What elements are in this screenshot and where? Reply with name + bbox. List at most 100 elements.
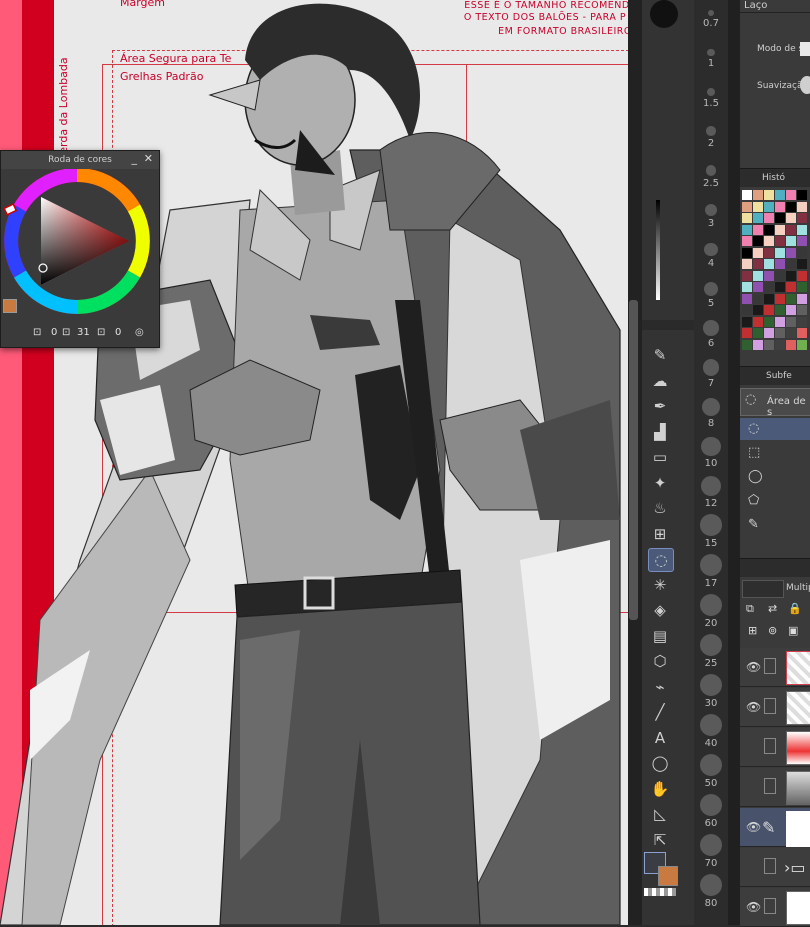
new-vector-layer-icon[interactable]: ⊚: [768, 624, 777, 637]
sub-color-swatch[interactable]: [658, 866, 678, 886]
line-icon[interactable]: ╱: [648, 701, 672, 723]
color-swatch[interactable]: [786, 339, 796, 350]
color-swatch[interactable]: [764, 213, 774, 223]
color-swatch[interactable]: [753, 328, 763, 338]
color-wheel-panel[interactable]: Roda de cores _ ✕ ⊡ 0 ⊡ 31 ⊡ 0 ◎: [0, 150, 160, 348]
brush-size-dot[interactable]: [700, 834, 722, 856]
color-swatch[interactable]: [753, 247, 763, 258]
lock-icon[interactable]: 🔒: [788, 602, 802, 615]
brush-size-dot[interactable]: [700, 714, 722, 736]
color-swatch[interactable]: [742, 259, 752, 269]
brush-size-dot[interactable]: [700, 634, 722, 656]
color-swatch[interactable]: [742, 224, 752, 235]
color-swatch[interactable]: [786, 305, 796, 315]
hue-ring[interactable]: [1, 169, 159, 319]
magic-wand-icon[interactable]: ✳: [648, 574, 672, 596]
subtool-ellipse[interactable]: ◯: [740, 466, 810, 488]
color-swatch[interactable]: [775, 316, 785, 327]
color-swatch[interactable]: [775, 339, 785, 350]
copy-icon[interactable]: ⧉: [746, 602, 754, 616]
color-swatch[interactable]: [742, 305, 752, 315]
color-swatch[interactable]: [786, 328, 796, 338]
color-swatch[interactable]: [753, 224, 763, 235]
subtool-brush[interactable]: ✎: [740, 514, 810, 536]
text-icon[interactable]: A: [648, 727, 672, 749]
close-icon[interactable]: ✕: [144, 152, 153, 165]
color-swatch[interactable]: [775, 224, 785, 235]
color-swatch[interactable]: [786, 247, 796, 258]
color-swatch[interactable]: [764, 293, 774, 304]
balloon-icon[interactable]: ◯: [648, 752, 672, 774]
brush-size-dot[interactable]: [708, 10, 714, 16]
square-icon[interactable]: ⊡: [62, 327, 70, 338]
color-swatch[interactable]: [797, 293, 807, 304]
color-swatch[interactable]: [797, 201, 807, 212]
color-swatch[interactable]: [797, 213, 807, 223]
blend-mode-dropdown[interactable]: [742, 580, 784, 598]
dropper-icon[interactable]: ⌁: [648, 676, 672, 698]
color-swatch[interactable]: [753, 270, 763, 281]
transfer-icon[interactable]: ⇄: [768, 602, 777, 615]
color-swatch[interactable]: [753, 282, 763, 292]
layer-folder-row[interactable]: ›▭: [740, 848, 810, 887]
brush-size-dot[interactable]: [700, 554, 722, 576]
minimize-icon[interactable]: _: [132, 152, 138, 165]
gradient-icon[interactable]: ▤: [648, 625, 672, 647]
color-swatch[interactable]: [764, 236, 774, 246]
brush-size-dot[interactable]: [700, 514, 722, 536]
brush-size-dot[interactable]: [700, 475, 722, 496]
layer-row[interactable]: [740, 768, 810, 807]
square-icon[interactable]: ⊡: [97, 327, 105, 338]
color-swatch[interactable]: [753, 236, 763, 246]
color-swatch[interactable]: [786, 201, 796, 212]
color-swatch[interactable]: [786, 236, 796, 246]
color-swatch[interactable]: [742, 247, 752, 258]
brush-size-dot[interactable]: [705, 165, 717, 176]
color-swatch[interactable]: [742, 270, 752, 281]
brush-size-dot[interactable]: [706, 126, 716, 136]
layer-row[interactable]: [740, 728, 810, 767]
color-swatch[interactable]: [753, 305, 763, 315]
cube-icon[interactable]: ⬡: [648, 650, 672, 672]
color-swatch[interactable]: [764, 282, 774, 292]
color-swatch[interactable]: [764, 339, 774, 350]
color-swatch[interactable]: [753, 213, 763, 223]
frame-icon[interactable]: ◺: [648, 803, 672, 825]
brush-size-list[interactable]: 0.7 1 1.5 2 2.5 3 4 5 6 7 8 10 12 15 17 20 25 30 40 50 60 70 8…: [694, 0, 728, 925]
color-swatch[interactable]: [764, 328, 774, 338]
scrollbar-thumb[interactable]: [629, 300, 638, 620]
eyedropper-icon[interactable]: ✎: [648, 344, 672, 366]
color-swatch[interactable]: [775, 190, 785, 200]
color-swatch[interactable]: [742, 201, 752, 212]
color-swatch[interactable]: [764, 201, 774, 212]
color-swatch[interactable]: [742, 339, 752, 350]
color-swatch[interactable]: [775, 328, 785, 338]
color-swatch[interactable]: [753, 201, 763, 212]
color-swatch[interactable]: [764, 316, 774, 327]
subtool-polyline[interactable]: ⬠: [740, 490, 810, 512]
grid-icon[interactable]: ⊞: [648, 523, 672, 545]
color-swatch[interactable]: [753, 316, 763, 327]
color-swatch[interactable]: [753, 259, 763, 269]
color-swatch[interactable]: [775, 270, 785, 281]
color-swatch[interactable]: [786, 213, 796, 223]
color-swatch[interactable]: [797, 259, 807, 269]
layer-row-active[interactable]: 👁 ✎: [740, 808, 810, 847]
brush-size-dot[interactable]: [704, 242, 718, 256]
color-swatch[interactable]: [742, 236, 752, 246]
color-swatch[interactable]: [764, 190, 774, 200]
color-swatch[interactable]: [786, 282, 796, 292]
color-swatch[interactable]: [797, 247, 807, 258]
brush-size-dot[interactable]: [700, 594, 722, 616]
color-swatch[interactable]: [797, 282, 807, 292]
settings-icon[interactable]: ◎: [135, 327, 144, 338]
pen-icon[interactable]: ✒: [648, 395, 672, 417]
color-swatch[interactable]: [764, 224, 774, 235]
color-swatch[interactable]: [775, 247, 785, 258]
fill-icon[interactable]: ◈: [648, 599, 672, 621]
brush-size-dot[interactable]: [701, 436, 721, 456]
eraser-icon[interactable]: ▭: [648, 446, 672, 468]
new-layer-icon[interactable]: ⊞: [748, 624, 757, 637]
color-swatch[interactable]: [753, 339, 763, 350]
color-swatch[interactable]: [742, 190, 752, 200]
